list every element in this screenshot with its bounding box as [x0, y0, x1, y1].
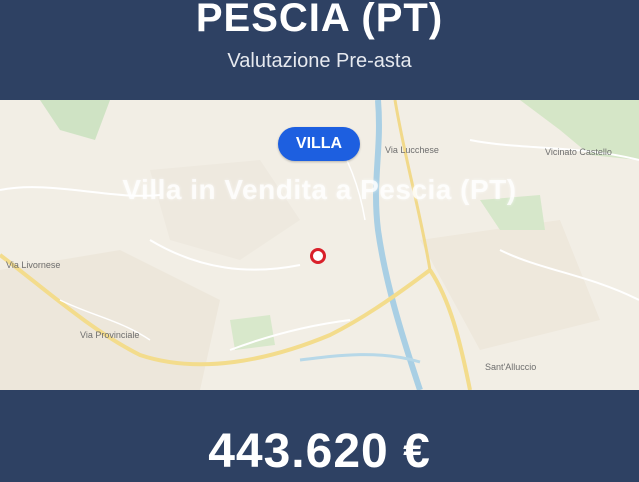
map-place-label: Via Provinciale	[80, 330, 140, 340]
map-place-label: Sant'Alluccio	[485, 362, 537, 372]
page-title: PESCIA (PT)	[195, 0, 444, 40]
map-place-label: Vicinato Castello	[545, 147, 612, 157]
header-banner: PESCIA (PT) Valutazione Pre-asta	[0, 0, 639, 100]
location-marker-icon[interactable]	[310, 248, 326, 264]
map-watermark: Villa in Vendita a Pescia (PT)	[122, 174, 517, 205]
map-place-label: Via Lucchese	[385, 145, 439, 155]
map-place-label: Via Livornese	[6, 260, 61, 270]
property-type-badge: VILLA	[278, 127, 360, 161]
page-subtitle: Valutazione Pre-asta	[227, 50, 412, 72]
price-value: 443.620 €	[208, 425, 431, 478]
